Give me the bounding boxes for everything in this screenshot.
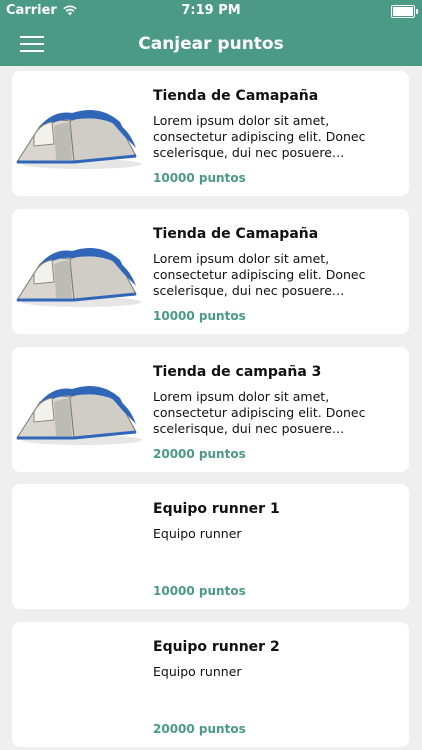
reward-title: Equipo runner 2 — [153, 639, 280, 655]
reward-description: Lorem ipsum dolor sit amet, consectetur … — [153, 389, 366, 436]
reward-card[interactable]: Equipo runner 2 Equipo runner 20000 punt… — [12, 622, 409, 747]
reward-points: 10000 puntos — [153, 584, 246, 598]
reward-points: 10000 puntos — [153, 309, 246, 323]
tent-image — [16, 248, 142, 307]
reward-title: Tienda de Camapaña — [153, 88, 319, 104]
tent-image — [16, 386, 142, 445]
reward-points: 20000 puntos — [153, 447, 246, 461]
reward-title: Tienda de campaña 3 — [153, 364, 322, 380]
reward-card[interactable]: Tienda de campaña 3 Lorem ipsum dolor si… — [12, 347, 409, 472]
reward-points: 10000 puntos — [153, 171, 246, 185]
reward-points: 20000 puntos — [153, 722, 246, 736]
reward-title: Equipo runner 1 — [153, 501, 280, 517]
reward-description: Lorem ipsum dolor sit amet, consectetur … — [153, 113, 366, 160]
reward-description: Equipo runner — [153, 526, 242, 541]
reward-description: Equipo runner — [153, 664, 242, 679]
reward-card[interactable]: Tienda de Camapaña Lorem ipsum dolor sit… — [12, 71, 409, 196]
status-time: 7:19 PM — [181, 3, 241, 18]
reward-description: Lorem ipsum dolor sit amet, consectetur … — [153, 251, 366, 298]
reward-card[interactable]: Equipo runner 1 Equipo runner 10000 punt… — [12, 484, 409, 609]
battery-icon — [391, 5, 418, 18]
reward-title: Tienda de Camapaña — [153, 226, 319, 242]
status-bar: Carrier 7:19 PM — [0, 0, 422, 22]
nav-bar: Canjear puntos — [0, 22, 422, 66]
tent-image — [16, 110, 142, 169]
reward-card[interactable]: Tienda de Camapaña Lorem ipsum dolor sit… — [12, 209, 409, 334]
page-title: Canjear puntos — [138, 34, 284, 54]
